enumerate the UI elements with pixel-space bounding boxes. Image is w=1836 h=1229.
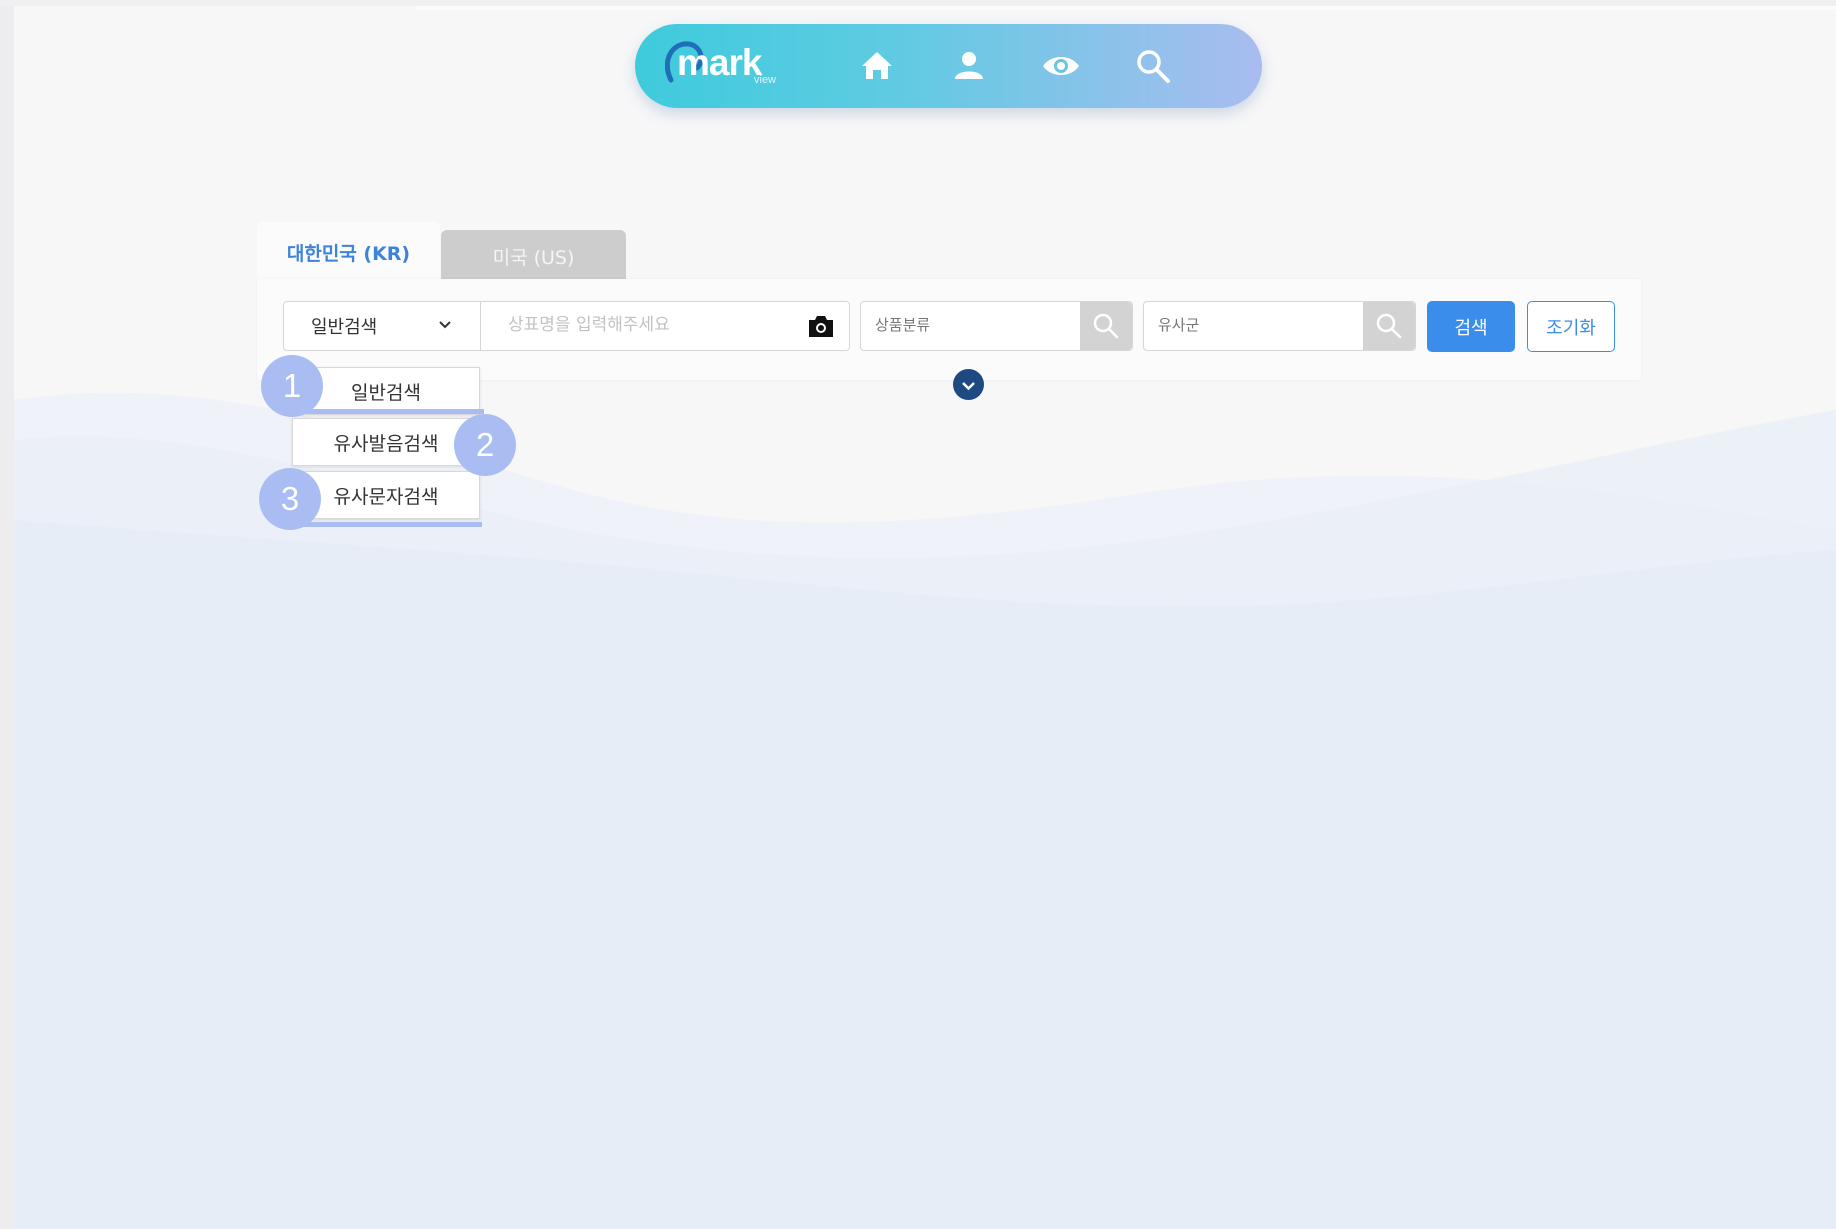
similar-group-input[interactable]: [1156, 315, 1360, 335]
trademark-name-input[interactable]: [506, 314, 800, 336]
similar-group-search-button[interactable]: [1363, 302, 1415, 350]
user-icon[interactable]: [949, 46, 989, 86]
logo-subtext: view: [754, 74, 777, 86]
search-icon: [1093, 313, 1119, 339]
eye-icon[interactable]: [1041, 46, 1081, 86]
chevron-down-icon: [962, 382, 975, 391]
top-edge-highlight: [415, 6, 1836, 10]
home-icon[interactable]: [857, 46, 897, 86]
product-class-input[interactable]: [873, 315, 1077, 335]
expand-options-button[interactable]: [953, 369, 984, 400]
dropdown-item-similar-pronunciation[interactable]: 유사발음검색: [292, 418, 480, 466]
similar-group-field: [1143, 301, 1416, 351]
search-icon[interactable]: [1133, 46, 1173, 86]
step-badge-1: 1: [261, 355, 323, 417]
search-type-select[interactable]: 일반검색: [283, 301, 481, 351]
reset-button[interactable]: 조기화: [1527, 301, 1615, 352]
dropdown-highlight: [292, 409, 484, 414]
search-icon: [1376, 313, 1402, 339]
dropdown-highlight: [292, 522, 482, 527]
product-class-search-button[interactable]: [1080, 302, 1132, 350]
tab-kr[interactable]: 대한민국 (KR): [257, 222, 440, 282]
chevron-down-icon: [439, 321, 451, 329]
step-badge-3: 3: [259, 468, 321, 530]
search-button[interactable]: 검색: [1427, 301, 1515, 352]
top-navbar: mark view: [635, 24, 1262, 108]
search-type-value: 일반검색: [311, 317, 378, 338]
tab-us[interactable]: 미국 (US): [441, 230, 626, 282]
left-edge: [0, 0, 14, 1229]
trademark-name-field: [480, 301, 850, 351]
step-badge-2: 2: [454, 414, 516, 476]
camera-icon[interactable]: [807, 313, 835, 339]
product-class-field: [860, 301, 1133, 351]
logo-wordmark: mark: [677, 42, 762, 83]
